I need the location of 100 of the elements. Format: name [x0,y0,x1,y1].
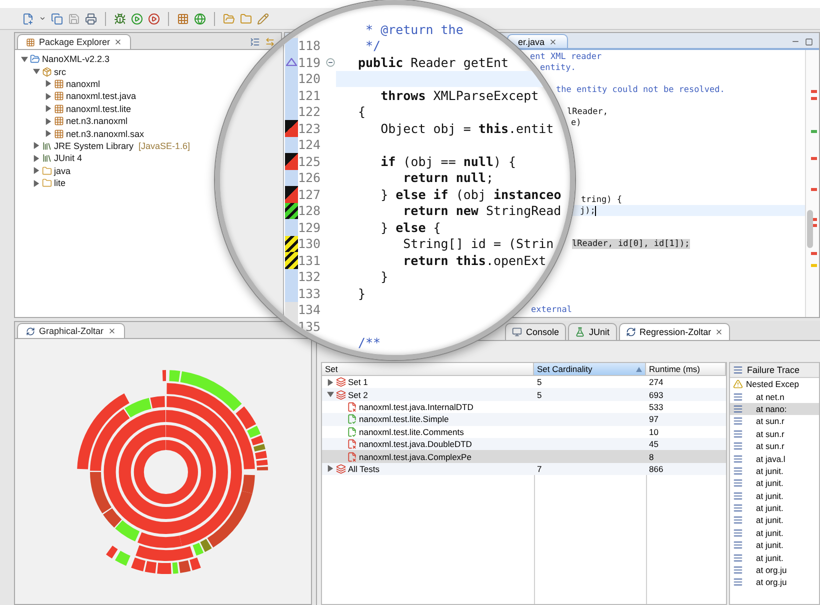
project-folder-icon [30,54,40,64]
copy-icon[interactable] [51,12,63,24]
test-name: nanoxml.test.lite.Comments [359,426,464,437]
table-row[interactable]: nanoxml.test.lite.Comments 10 [322,426,726,438]
close-icon [108,327,116,335]
code-line: e) [571,118,582,128]
save-icon[interactable] [68,12,80,24]
new-file-icon[interactable] [22,12,34,24]
table-cell: 97 [649,414,658,424]
tree-item[interactable]: JUnit 4 [54,153,82,164]
twisty-icon[interactable] [33,180,40,187]
column-header[interactable]: Runtime (ms) [646,363,726,375]
folder-icon[interactable] [223,12,235,24]
trace-row[interactable]: at junit. [730,477,819,490]
twisty-icon[interactable] [33,142,40,150]
trace-row[interactable]: at sun.r [730,428,819,440]
table-cell: 5 [537,377,542,388]
tree-item[interactable]: nanoxml [66,78,100,89]
view-tab[interactable]: Graphical-Zoltar [17,323,125,338]
code-comment: */ [364,38,381,54]
table-row[interactable]: Set 2 5 693 [322,388,726,401]
twisty-icon[interactable] [45,105,52,112]
twisty-icon[interactable] [33,68,40,76]
twisty-icon[interactable] [21,56,28,63]
table-cell: 533 [649,402,664,412]
close-icon [548,38,557,46]
tree-item[interactable]: NanoXML-v2.2.3 [42,54,110,64]
tree-item[interactable]: lite [54,178,66,188]
table-cell: 693 [649,390,664,400]
fold-icon[interactable] [326,58,335,67]
globe-icon[interactable] [194,12,206,24]
column-header[interactable]: Set Cardinality [534,363,646,375]
line-number: 130 [298,236,322,252]
print-icon[interactable] [85,12,97,24]
trace-row[interactable]: at java.l [730,452,819,465]
trace-row[interactable]: at junit. [730,490,819,502]
folder-icon [42,178,52,188]
package-icon[interactable] [177,12,189,24]
view-tab[interactable]: Regression-Zoltar [618,323,730,340]
folder-icon[interactable] [240,12,252,24]
trace-row[interactable]: at sun.r [730,415,819,428]
trace-row[interactable]: at junit. [730,526,819,540]
pencil-icon[interactable] [257,12,269,24]
trace-row[interactable]: at org.ju [730,576,819,589]
column-header[interactable]: Set [322,363,534,375]
twisty-icon[interactable] [327,465,334,472]
table-row[interactable]: nanoxml.test.java.DoubleDTD 45 [322,438,726,450]
run-icon[interactable] [148,12,160,24]
twisty-icon[interactable] [327,378,334,386]
tree-item[interactable]: net.n3.nanoxml [66,116,128,126]
scrollbar-thumb[interactable] [807,210,813,248]
table-row[interactable]: All Tests 7 866 [322,462,726,476]
trace-text: at sun.r [756,441,784,452]
trace-row[interactable]: at org.ju [730,564,819,576]
twisty-icon[interactable] [33,167,40,174]
tree-item[interactable]: nanoxml.test.lite [66,104,132,114]
table-row[interactable]: nanoxml.test.lite.Simple 97 [322,413,726,426]
package-icon [54,78,64,89]
view-tab[interactable]: Console [505,323,566,340]
trace-text: at junit. [756,466,784,476]
tree-item[interactable]: JRE System Library [54,140,134,151]
view-tab[interactable]: Package Explorer [17,34,132,49]
trace-row[interactable]: Nested Excep [730,378,819,390]
table-row[interactable]: Set 1 5 274 [322,376,726,388]
package-icon [54,104,64,114]
close-icon [114,38,122,46]
bug-icon[interactable] [114,12,126,24]
trace-row[interactable]: at net.n [730,390,819,403]
code-line: return null; [402,170,494,186]
library-icon [42,153,52,164]
code-comment: entity. [540,62,576,72]
trace-row[interactable]: at junit. [730,539,819,552]
trace-row[interactable]: at junit. [730,502,819,514]
table-cell: 45 [649,439,658,450]
editor-tab[interactable]: er.java [507,34,568,48]
folder-icon [42,166,52,176]
tree-item[interactable]: nanoxml.test.java [66,91,136,102]
line-number: 134 [298,302,322,318]
table-cell: 866 [649,464,664,474]
twisty-icon[interactable] [33,154,40,162]
twisty-icon[interactable] [45,118,52,125]
line-number: 121 [298,88,322,103]
twisty-icon[interactable] [45,80,52,88]
trace-row[interactable]: at junit. [730,464,819,478]
trace-row[interactable]: at junit. [730,551,819,564]
twisty-icon[interactable] [327,391,334,398]
view-tab[interactable]: JUnit [568,323,617,340]
trace-row[interactable]: at sun.r [730,440,819,452]
run-icon[interactable] [131,12,143,24]
trace-row[interactable]: at nano: [730,402,819,416]
trace-row[interactable]: at junit. [730,514,819,527]
table-row[interactable]: nanoxml.test.java.ComplexPe 8 [322,450,726,463]
twisty-icon[interactable] [45,130,52,138]
trace-text: at junit. [756,503,784,514]
tree-item[interactable]: java [54,166,71,176]
twisty-icon[interactable] [45,92,52,100]
text-cursor [595,206,596,216]
tree-item[interactable]: src [54,66,66,77]
tree-item[interactable]: net.n3.nanoxml.sax [66,128,144,139]
code-line: public Reader getEnt [358,54,509,70]
